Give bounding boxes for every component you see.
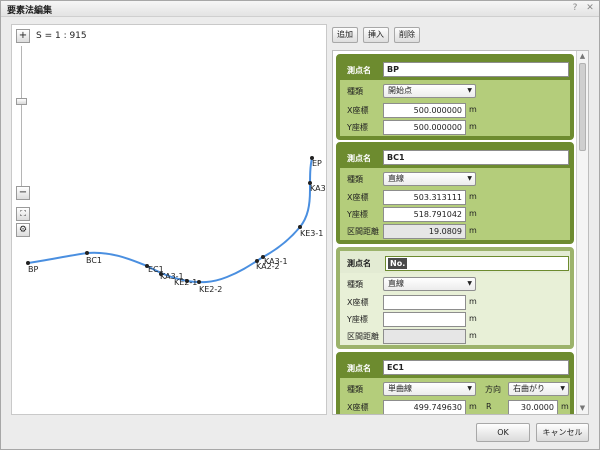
route-map[interactable]: S = 1 : 915 + − ⛶ ⚙ BP BC1 EC1 KA3-1 KE2… [11, 24, 327, 415]
direction-label: 方向 [485, 385, 501, 394]
station-name-field[interactable]: BP [383, 62, 569, 77]
route-label: KA3 [310, 184, 326, 193]
direction-value: 右曲がり [513, 384, 545, 393]
type-select[interactable]: 直線 ▼ [383, 277, 476, 291]
station-name-field[interactable]: BC1 [383, 150, 569, 165]
station-name-label: 測点名 [347, 259, 371, 268]
y-coordinate-field[interactable]: 518.791042 [383, 207, 466, 222]
route-label: BP [28, 265, 39, 274]
direction-select[interactable]: 右曲がり ▼ [508, 382, 569, 396]
route-label: BC1 [86, 256, 103, 265]
x-coordinate-field[interactable]: 500.000000 [383, 103, 466, 118]
route-label: KE2-2 [199, 285, 223, 294]
type-value: 直線 [388, 174, 404, 183]
type-select[interactable]: 開始点 ▼ [383, 84, 476, 98]
title-bar: 要素法編集 ? ✕ [1, 1, 599, 17]
dialog-window: 要素法編集 ? ✕ S = 1 : 915 + − ⛶ ⚙ BP BC1 EC1 [0, 0, 600, 450]
route-label: KE3-1 [300, 229, 324, 238]
cancel-button[interactable]: キャンセル [536, 423, 589, 442]
add-button[interactable]: 追加 [332, 27, 358, 43]
scrollbar[interactable]: ▲ ▼ [576, 51, 588, 414]
type-value: 直線 [388, 279, 404, 288]
y-coordinate-field[interactable] [383, 312, 466, 327]
route-label: EP [312, 159, 322, 168]
unit-label: m [469, 226, 477, 235]
scroll-thumb[interactable] [579, 63, 586, 151]
unit-label: m [561, 402, 569, 411]
route-canvas [26, 156, 314, 284]
type-value: 単曲線 [388, 384, 412, 393]
x-coordinate-field[interactable]: 503.313111 [383, 190, 466, 205]
type-label: 種類 [347, 87, 363, 96]
type-value: 開始点 [388, 86, 412, 95]
type-label: 種類 [347, 175, 363, 184]
station-name-label: 測点名 [347, 154, 371, 163]
type-select[interactable]: 単曲線 ▼ [383, 382, 476, 396]
unit-label: m [469, 402, 477, 411]
unit-label: m [469, 105, 477, 114]
unit-label: m [469, 331, 477, 340]
segment-distance-field [383, 329, 466, 344]
x-coordinate-label: X座標 [347, 193, 369, 202]
station-name-field[interactable]: EC1 [383, 360, 569, 375]
station-card[interactable]: 測点名 BC1 種類 直線 ▼ X座標 503.313111 m Y座標 518.… [336, 142, 574, 244]
y-coordinate-field[interactable]: 500.000000 [383, 120, 466, 135]
x-coordinate-field[interactable] [383, 295, 466, 310]
close-icon[interactable]: ✕ [584, 2, 596, 14]
unit-label: m [469, 297, 477, 306]
y-coordinate-label: Y座標 [347, 315, 368, 324]
radius-label: R [486, 402, 492, 411]
segment-distance-label: 区間距離 [347, 227, 379, 236]
route-point-ke2-2 [197, 280, 201, 284]
type-label: 種類 [347, 385, 363, 394]
ok-button[interactable]: OK [476, 423, 530, 442]
station-list[interactable]: ▲ ▼ 測点名 BP 種類 開始点 ▼ X座標 500.000000 m Y座標 … [332, 50, 589, 415]
unit-label: m [469, 209, 477, 218]
insert-button[interactable]: 挿入 [363, 27, 389, 43]
y-coordinate-label: Y座標 [347, 210, 368, 219]
route-point-bc1 [85, 251, 89, 255]
radius-field[interactable]: 30.0000 [508, 400, 558, 414]
route-label: KE2-1 [174, 278, 198, 287]
station-name-field[interactable]: No. [385, 256, 569, 271]
type-select[interactable]: 直線 ▼ [383, 172, 476, 186]
window-title: 要素法編集 [7, 6, 53, 16]
segment-distance-field: 19.0809 [383, 224, 466, 239]
station-name-label: 測点名 [347, 66, 371, 75]
segment-distance-label: 区間距離 [347, 332, 379, 341]
route-label: KA3-1 [264, 257, 288, 266]
station-card[interactable]: 測点名 BP 種類 開始点 ▼ X座標 500.000000 m Y座標 500.… [336, 54, 574, 140]
unit-label: m [469, 192, 477, 201]
help-icon[interactable]: ? [569, 2, 581, 14]
scroll-up-icon[interactable]: ▲ [577, 51, 588, 62]
x-coordinate-label: X座標 [347, 106, 369, 115]
x-coordinate-field[interactable]: 499.749630 [383, 400, 466, 414]
station-card[interactable]: 測点名 EC1 種類 単曲線 ▼ 方向 右曲がり ▼ X座標 499.749630 … [336, 352, 574, 414]
station-card-selected[interactable]: 測点名 No. 種類 直線 ▼ X座標 m Y座標 m 区間距離 m [336, 247, 574, 349]
station-name-label: 測点名 [347, 364, 371, 373]
delete-button[interactable]: 削除 [394, 27, 420, 43]
scroll-down-icon[interactable]: ▼ [577, 403, 588, 414]
x-coordinate-label: X座標 [347, 403, 369, 412]
x-coordinate-label: X座標 [347, 298, 369, 307]
unit-label: m [469, 122, 477, 131]
station-name-value: No. [388, 258, 408, 269]
y-coordinate-label: Y座標 [347, 123, 368, 132]
type-label: 種類 [347, 280, 363, 289]
unit-label: m [469, 314, 477, 323]
